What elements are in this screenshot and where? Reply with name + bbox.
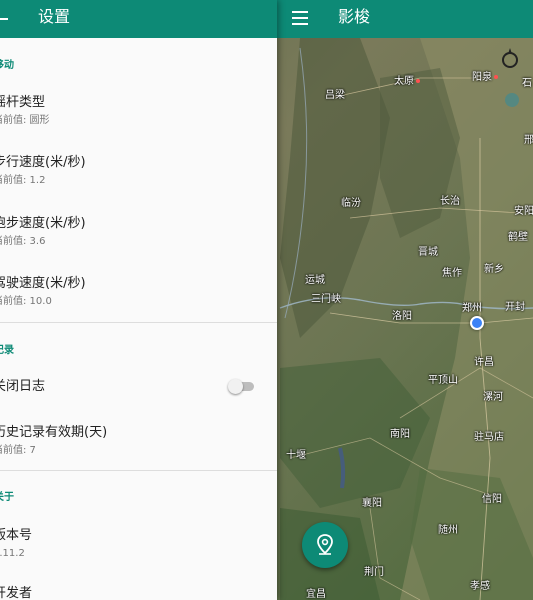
section-header-logging: 记录 xyxy=(0,345,14,356)
settings-toolbar: 设置 xyxy=(0,0,277,38)
map-label-xing: 邢 xyxy=(524,135,533,146)
map-label-yangquan: 阳泉 xyxy=(472,72,498,84)
map-label-taiyuan: 太原 xyxy=(394,76,420,88)
section-header-movement: 移动 xyxy=(0,60,14,71)
map-label-kaifeng: 开封 xyxy=(505,302,525,313)
map-label-xinxiang: 新乡 xyxy=(484,264,504,275)
map-label-jiaozuo: 焦作 xyxy=(442,268,462,279)
map-label-xiangyang: 襄阳 xyxy=(362,498,382,509)
map-label-jingmen: 荆门 xyxy=(364,567,384,578)
map-label-suizhou: 随州 xyxy=(438,525,458,536)
map-label-zhengzhou: 郑州 xyxy=(462,303,482,314)
back-arrow-icon[interactable] xyxy=(0,9,10,29)
pref-summary: 当前值: 圆形 xyxy=(0,115,50,126)
section-header-about: 关于 xyxy=(0,492,14,503)
pref-title: 版本号 xyxy=(0,528,33,543)
pref-summary: 当前值: 7 xyxy=(0,445,36,456)
map-label-sanmenxia: 三门峡 xyxy=(311,294,341,305)
map-app-title: 影梭 xyxy=(338,7,371,26)
pref-summary: 当前值: 3.6 xyxy=(0,236,46,247)
disable-log-toggle[interactable] xyxy=(228,379,254,394)
section-divider xyxy=(0,470,277,471)
map-label-yichang: 宜昌 xyxy=(306,589,326,600)
pref-history-retention[interactable]: 历史记录有效期(天) 当前值: 7 xyxy=(0,425,277,457)
pref-title: 跑步速度(米/秒) xyxy=(0,216,86,231)
map-label-pingdingshan: 平顶山 xyxy=(428,375,458,386)
pref-joystick-type[interactable]: 摇杆类型 当前值: 圆形 xyxy=(0,95,277,127)
location-fab-button[interactable] xyxy=(302,522,348,568)
map-label-luohe: 漯河 xyxy=(483,392,503,403)
map-label-nanyang: 南阳 xyxy=(390,429,410,440)
settings-title: 设置 xyxy=(38,7,71,26)
pref-title: 开发者 xyxy=(0,586,33,600)
map-label-lvliang: 吕梁 xyxy=(325,90,345,101)
pref-walk-speed[interactable]: 步行速度(米/秒) 当前值: 1.2 xyxy=(0,155,277,187)
pref-summary: 当前值: 10.0 xyxy=(0,296,52,307)
pref-version[interactable]: 版本号 1.11.2 xyxy=(0,528,277,560)
section-divider xyxy=(0,322,277,323)
pref-title: 历史记录有效期(天) xyxy=(0,425,108,440)
location-pin-icon xyxy=(317,534,333,555)
map-label-jincheng: 晋城 xyxy=(418,247,438,258)
pref-summary: 当前值: 1.2 xyxy=(0,175,46,186)
pref-drive-speed[interactable]: 驾驶速度(米/秒) 当前值: 10.0 xyxy=(0,276,277,308)
pref-title: 步行速度(米/秒) xyxy=(0,155,86,170)
map-label-yuncheng: 运城 xyxy=(305,275,325,286)
toggle-knob xyxy=(228,379,243,394)
map-label-xuchang: 许昌 xyxy=(474,357,494,368)
map-label-shiyan: 十堰 xyxy=(286,450,306,461)
map-label-hebi: 鹤壁 xyxy=(508,232,528,243)
map-label-zhumadian: 驻马店 xyxy=(474,432,504,443)
map-label-anyang: 安阳 xyxy=(514,206,533,217)
pref-title: 摇杆类型 xyxy=(0,95,46,110)
map-label-xinyang: 信阳 xyxy=(482,494,502,505)
settings-panel: 设置 移动 摇杆类型 当前值: 圆形 步行速度(米/秒) 当前值: 1.2 跑步… xyxy=(0,0,277,600)
map-label-xiaogan: 孝感 xyxy=(470,581,490,592)
pref-summary: 1.11.2 xyxy=(0,548,25,559)
compass-icon[interactable] xyxy=(502,48,518,68)
pref-run-speed[interactable]: 跑步速度(米/秒) 当前值: 3.6 xyxy=(0,216,277,248)
hamburger-menu-icon[interactable] xyxy=(292,11,308,25)
map-label-changzhi: 长治 xyxy=(440,196,460,207)
pref-title: 驾驶速度(米/秒) xyxy=(0,276,86,291)
map-label-luoyang: 洛阳 xyxy=(392,311,412,322)
pref-developer[interactable]: 开发者 xyxy=(0,586,277,600)
map-label-shi: 石 xyxy=(522,78,532,89)
map-label-linfen: 临汾 xyxy=(341,198,361,209)
current-location-marker xyxy=(470,316,484,330)
